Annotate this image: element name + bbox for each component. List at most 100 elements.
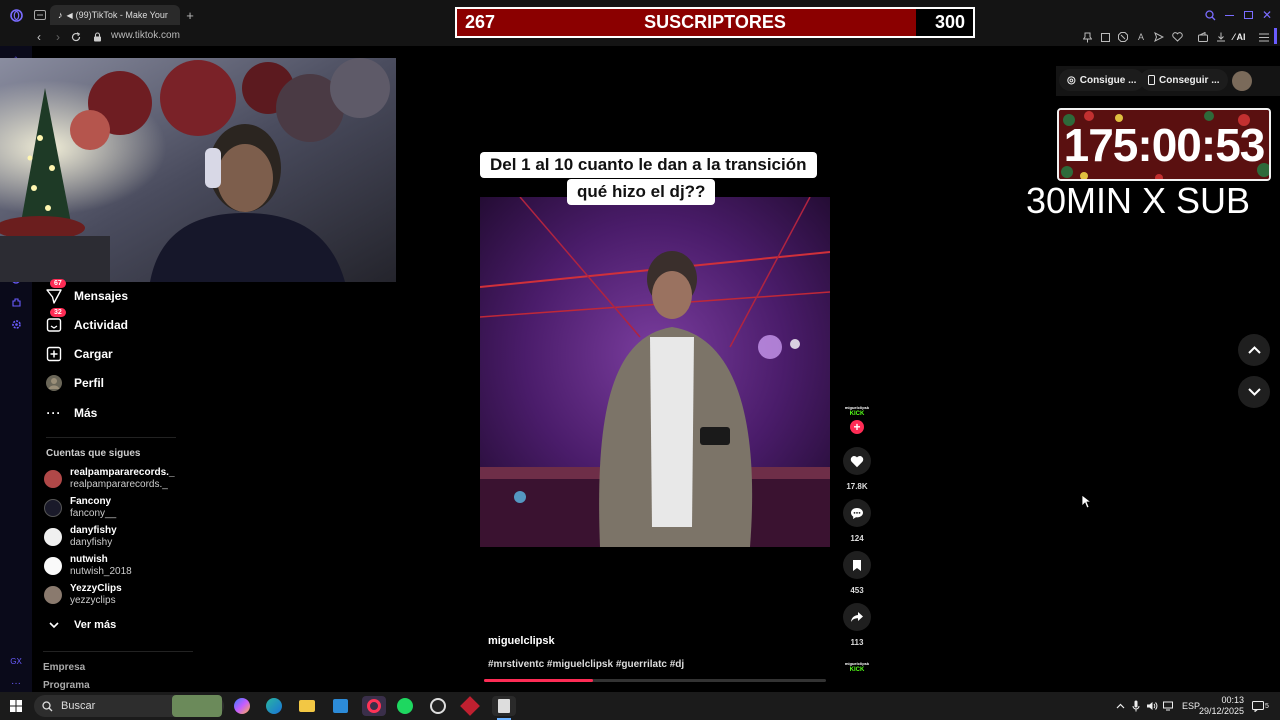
notification-count: 5: [1265, 702, 1269, 710]
minimize-icon[interactable]: [1222, 8, 1236, 22]
video-caption-line1: Del 1 al 10 cuanto le dan a la transició…: [480, 152, 817, 178]
send-tab-icon[interactable]: [1152, 30, 1166, 44]
more-icon: ···: [46, 406, 62, 420]
webcam-overlay: [0, 58, 396, 282]
lock-icon[interactable]: [90, 30, 104, 44]
edge-icon[interactable]: [264, 696, 284, 716]
spotify-icon[interactable]: [395, 696, 415, 716]
notifications-button[interactable]: 5: [1252, 692, 1269, 720]
volume-icon[interactable]: [1146, 692, 1158, 720]
show-hidden-icons[interactable]: [1116, 692, 1125, 720]
see-more-button[interactable]: Ver más: [46, 614, 116, 636]
save-count: 453: [850, 586, 864, 595]
nav-actividad[interactable]: 32 Actividad: [46, 308, 129, 336]
clock-date: 29/12/2025: [1198, 706, 1244, 716]
heart-bookmark-icon[interactable]: [1170, 30, 1184, 44]
nav-mas[interactable]: ··· Más: [46, 402, 98, 424]
workspaces-icon[interactable]: [33, 8, 47, 22]
wallet-icon[interactable]: [1196, 30, 1210, 44]
search-label: Buscar: [61, 700, 96, 712]
comment-button[interactable]: 124: [843, 499, 871, 543]
windows-taskbar: Buscar ESP 00:13 29/12/2025 5: [0, 692, 1280, 720]
language-indicator[interactable]: ESP: [1182, 692, 1200, 720]
following-item[interactable]: realpampararecords._ realpampararecords._: [44, 465, 175, 493]
avatar-icon: [46, 375, 62, 391]
follow-plus-icon[interactable]: +: [850, 420, 864, 434]
tab-tiktok[interactable]: ♪ ◀ (99)TikTok - Make Your: [50, 5, 180, 25]
app-icon[interactable]: [460, 696, 480, 716]
following-item[interactable]: nutwish nutwish_2018: [44, 552, 132, 580]
profile-avatar[interactable]: [1232, 71, 1252, 91]
following-name: Fancony: [70, 496, 112, 507]
nav-label: Actividad: [74, 318, 129, 332]
translate-icon[interactable]: A: [1134, 30, 1148, 44]
new-tab-button[interactable]: +: [183, 8, 197, 23]
next-video-button[interactable]: [1238, 376, 1270, 408]
following-item[interactable]: YezzyClips yezzyclips: [44, 581, 122, 609]
copilot-icon[interactable]: [232, 696, 252, 716]
store-icon[interactable]: [330, 696, 350, 716]
music-disc[interactable]: miguelclipsk KICK: [840, 661, 874, 673]
get-coins-button[interactable]: ◎ Consigue ...: [1059, 69, 1145, 91]
nav-label: Perfil: [74, 376, 105, 390]
close-icon[interactable]: ✕: [1260, 8, 1274, 22]
share-button[interactable]: 113: [843, 603, 871, 647]
adblock-icon[interactable]: [1116, 30, 1130, 44]
ai-button[interactable]: ⁄ AI: [1233, 30, 1246, 44]
reload-icon[interactable]: [69, 30, 83, 44]
url-text[interactable]: www.tiktok.com: [111, 30, 180, 41]
search-tabs-icon[interactable]: [1203, 8, 1217, 22]
footer-link-programa[interactable]: Programa: [43, 680, 90, 691]
following-item[interactable]: Fancony fancony__: [44, 494, 116, 522]
settings-icon[interactable]: [9, 317, 23, 331]
ai-label: AI: [1236, 32, 1246, 42]
subscriber-label: SUSCRIPTORES: [644, 12, 786, 32]
nav-cargar[interactable]: Cargar: [46, 343, 113, 365]
back-icon[interactable]: ‹: [32, 30, 46, 44]
like-button[interactable]: 17.8K: [843, 447, 871, 491]
tiktok-logo-icon: ♪: [58, 10, 63, 20]
epic-games-icon[interactable]: [492, 696, 516, 716]
divider: [43, 651, 193, 652]
extensions-icon[interactable]: [9, 295, 23, 309]
creator-avatar[interactable]: miguelclipsk KICK: [840, 405, 874, 417]
network-icon[interactable]: [1163, 692, 1175, 720]
opera-gx-taskbar-icon[interactable]: [362, 696, 386, 716]
restore-icon[interactable]: [1241, 8, 1255, 22]
following-name: danyfishy: [70, 525, 117, 536]
video-progress-track[interactable]: [484, 679, 826, 682]
video-caption-line2: qué hizo el dj??: [567, 179, 716, 205]
video-author[interactable]: miguelclipsk: [488, 635, 555, 647]
following-name: YezzyClips: [70, 583, 122, 594]
get-app-button[interactable]: Conseguir ...: [1140, 69, 1228, 91]
pin-icon[interactable]: [1080, 30, 1094, 44]
file-explorer-icon[interactable]: [297, 696, 317, 716]
nav-mensajes[interactable]: 67 Mensajes: [46, 279, 128, 307]
share-icon: [843, 603, 871, 631]
sidebar-accent: [1274, 28, 1277, 44]
video-player[interactable]: [480, 197, 830, 547]
opera-logo-icon[interactable]: [9, 8, 23, 22]
obs-icon[interactable]: [428, 696, 448, 716]
sidebar-more-icon[interactable]: ···: [9, 676, 23, 690]
nav-perfil[interactable]: Perfil: [46, 372, 104, 394]
speaker-icon[interactable]: ◀: [67, 11, 73, 20]
clock[interactable]: 00:13 29/12/2025: [1198, 692, 1244, 720]
forward-icon[interactable]: ›: [51, 30, 65, 44]
snapshot-icon[interactable]: [1098, 30, 1112, 44]
easy-setup-icon[interactable]: [1257, 30, 1271, 44]
windows-start-icon[interactable]: [6, 696, 26, 716]
footer-link-empresa[interactable]: Empresa: [43, 662, 85, 673]
previous-video-button[interactable]: [1238, 334, 1270, 366]
download-icon[interactable]: [1214, 30, 1228, 44]
subathon-timer: 175:00:53: [1063, 119, 1266, 171]
video-hashtags[interactable]: #mrstiventc #miguelclipsk #guerrilatc #d…: [488, 659, 684, 670]
search-highlight-image: [172, 695, 222, 717]
subscriber-goal-bar: 267 SUSCRIPTORES 300: [455, 7, 975, 38]
following-item[interactable]: danyfishy danyfishy: [44, 523, 117, 551]
screen: { "browser": { "tab_title": "(99)TikTok …: [0, 0, 1280, 720]
save-button[interactable]: 453: [843, 551, 871, 595]
microphone-icon[interactable]: [1132, 692, 1140, 720]
gx-icon[interactable]: GX: [9, 654, 23, 668]
subscriber-goal: 300: [934, 12, 965, 32]
